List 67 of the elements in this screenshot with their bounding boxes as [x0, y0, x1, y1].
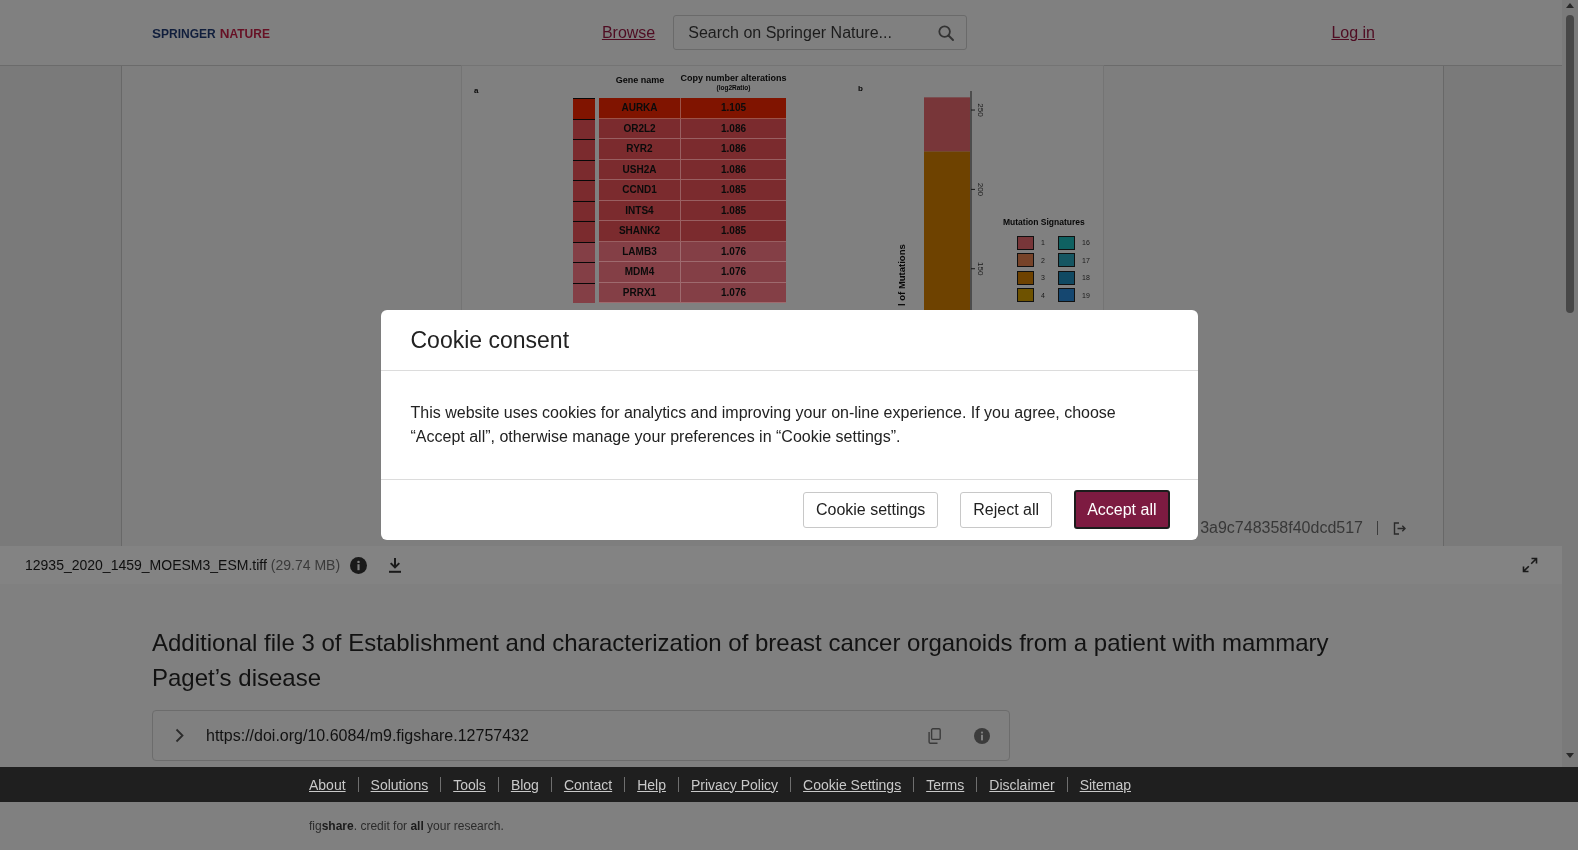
dialog-button[interactable]: Accept all [1074, 490, 1170, 529]
chevron-right-icon[interactable] [175, 728, 184, 743]
tick-label: 200 [976, 182, 985, 197]
info-icon[interactable] [974, 727, 990, 744]
table-cell: 1.076 [681, 241, 786, 262]
info-icon[interactable] [350, 556, 368, 574]
legend-title: Mutation Signatures [1003, 216, 1086, 228]
table-cell: 1.085 [681, 180, 786, 201]
expand-icon[interactable] [1522, 557, 1538, 573]
dialog-title: Cookie consent [410, 326, 571, 355]
table-cell: LAMB3 [599, 241, 681, 262]
table-cell: AURKA [599, 98, 681, 119]
table-cell: RYR2 [599, 139, 681, 160]
triangle-up-icon[interactable] [1566, 3, 1574, 8]
search-field[interactable]: Search on Springer Nature... [673, 15, 968, 50]
axis-title: l of Mutations [896, 244, 907, 306]
tick-label: 250 [976, 103, 985, 117]
footer-link[interactable]: Blog [510, 776, 539, 793]
scrollbar[interactable] [1562, 0, 1578, 767]
footer-link[interactable]: Contact [563, 776, 613, 793]
tagline: figshare. credit for all your research. [309, 819, 504, 833]
table-cell: SHANK2 [599, 221, 681, 242]
footer-link[interactable]: Privacy Policy [690, 776, 779, 793]
footer-link[interactable]: Disclaimer [989, 776, 1055, 793]
table-cell: 1.086 [681, 139, 786, 160]
checksum-text: 3a9c748358f40dcd517 [1200, 518, 1363, 538]
file-size: (29.74 MB) [270, 557, 341, 573]
tick-label: 150 [976, 262, 985, 276]
file-name: 12935_2020_1459_MOESM3_ESM.tiff [25, 557, 267, 573]
logo[interactable]: SPRINGER NATURE [152, 26, 270, 41]
footer-link[interactable]: About [309, 776, 346, 793]
box-arrow-icon[interactable] [1393, 521, 1407, 535]
browse-link[interactable]: Browse [601, 23, 656, 42]
table-cell: 1.076 [681, 262, 786, 283]
table-cell: 1.105 [681, 98, 786, 119]
item-title: Additional file 3 of Establishment and characterization of breast cancer organoids from a patient with mammary Paget’s disease [152, 628, 1330, 693]
footer-link[interactable]: Sitemap [1079, 776, 1131, 793]
table-cell: OR2L2 [599, 118, 681, 139]
panel-label: b [858, 84, 863, 94]
download-icon[interactable] [387, 557, 404, 573]
footer-link[interactable]: Terms [926, 776, 965, 793]
search-icon[interactable] [938, 24, 955, 41]
footer-link[interactable]: Solutions [370, 776, 429, 793]
scrollbar-thumb[interactable] [1566, 15, 1574, 313]
table-cell: 1.085 [681, 200, 786, 221]
copy-icon[interactable] [927, 727, 941, 744]
footer-link[interactable]: Tools [453, 776, 486, 793]
doi-url: https://doi.org/10.6084/m9.figshare.12757432 [206, 726, 529, 745]
panel-label: a [474, 86, 479, 96]
column-header: Gene name [615, 74, 665, 87]
triangle-down-icon[interactable] [1566, 753, 1574, 758]
dialog-message: This website uses cookies for analytics and improving your on-line experience. If you agree, choose “Accept all”, otherwise manage your preferences in “Cookie settings”. [410, 403, 1117, 447]
table-cell: 1.085 [681, 221, 786, 242]
column-header: Copy number alterations [680, 73, 787, 84]
footer-link[interactable]: Cookie Settings [803, 776, 902, 793]
table-cell: PRRX1 [599, 282, 681, 303]
dialog-button[interactable]: Cookie settings [802, 491, 939, 528]
table-cell: USH2A [599, 159, 681, 180]
table-cell: INTS4 [599, 200, 681, 221]
dialog-button[interactable]: Reject all [960, 491, 1053, 528]
login-link[interactable]: Log in [1331, 23, 1375, 42]
table-cell: 1.086 [681, 118, 786, 139]
table-cell: 1.086 [681, 159, 786, 180]
table-cell: MDM4 [599, 262, 681, 283]
table-cell: CCND1 [599, 180, 681, 201]
table-cell: 1.076 [681, 282, 786, 303]
footer-link[interactable]: Help [637, 776, 666, 793]
